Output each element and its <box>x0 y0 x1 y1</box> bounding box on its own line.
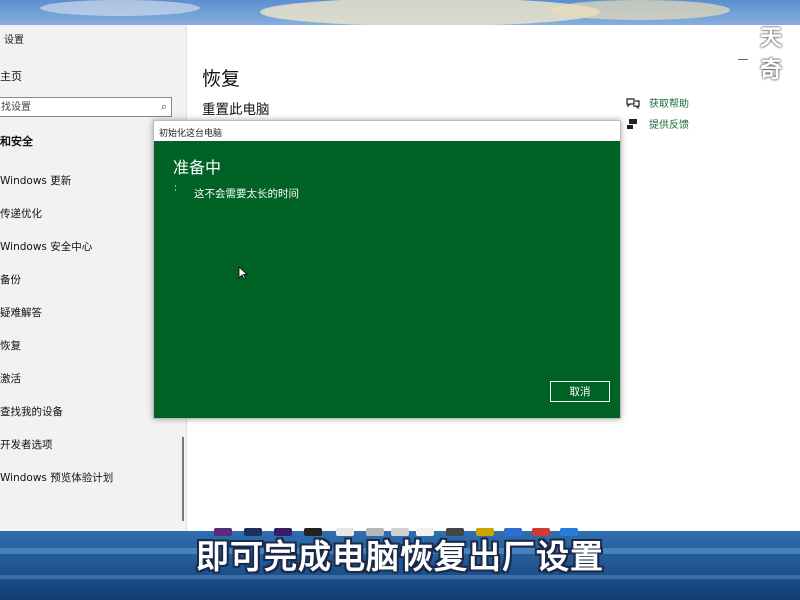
cancel-button[interactable]: 取消 <box>550 381 610 402</box>
nav-home[interactable]: 主页 <box>0 68 22 84</box>
reset-pc-dialog: 初始化这台电脑 准备中 · · 这不会需要太长的时间 取消 <box>153 120 621 419</box>
sidebar-item-delivery-optimization[interactable]: 传递优化 <box>0 206 42 221</box>
settings-search-box[interactable]: ⌕ <box>0 97 172 117</box>
channel-logo: 天奇 <box>760 25 782 83</box>
feedback-icon <box>627 118 637 129</box>
sidebar-item-recovery[interactable]: 恢复 <box>0 338 21 353</box>
mouse-cursor-icon <box>238 266 248 280</box>
sidebar-item-activation[interactable]: 激活 <box>0 371 21 386</box>
loading-spinner-icon: · · <box>174 182 177 196</box>
dialog-message: 这不会需要太长的时间 <box>194 188 299 200</box>
settings-search-input[interactable] <box>0 98 151 116</box>
chat-help-icon <box>626 97 640 109</box>
get-help-label[interactable]: 获取帮助 <box>649 95 689 110</box>
sidebar-item-developer-options[interactable]: 开发者选项 <box>0 437 53 452</box>
get-help-link[interactable]: 获取帮助 <box>626 95 689 110</box>
sidebar-item-backup[interactable]: 备份 <box>0 272 21 287</box>
sidebar-scrollbar[interactable] <box>182 437 184 521</box>
dialog-body: 准备中 · · 这不会需要太长的时间 取消 <box>154 141 620 418</box>
search-icon[interactable]: ⌕ <box>161 100 167 114</box>
feedback-link[interactable]: 提供反馈 <box>626 116 689 131</box>
video-caption: 即可完成电脑恢复出厂设置 <box>196 537 604 576</box>
page-title: 恢复 <box>202 68 241 90</box>
window-title: 设置 <box>4 35 24 46</box>
section-subtitle: 重置此电脑 <box>202 102 270 118</box>
sidebar-item-windows-update[interactable]: Windows 更新 <box>0 173 71 188</box>
sidebar-item-find-my-device[interactable]: 查找我的设备 <box>0 404 63 419</box>
feedback-label[interactable]: 提供反馈 <box>649 116 689 131</box>
sidebar-item-insider-program[interactable]: Windows 预览体验计划 <box>0 470 113 485</box>
dialog-title: 初始化这台电脑 <box>159 129 223 139</box>
dialog-heading: 准备中 <box>173 158 222 177</box>
minimize-button[interactable] <box>738 59 748 60</box>
nav-section-heading: 和安全 <box>0 135 33 148</box>
sidebar-item-troubleshoot[interactable]: 疑难解答 <box>0 305 42 320</box>
sidebar-item-windows-security[interactable]: Windows 安全中心 <box>0 239 92 254</box>
